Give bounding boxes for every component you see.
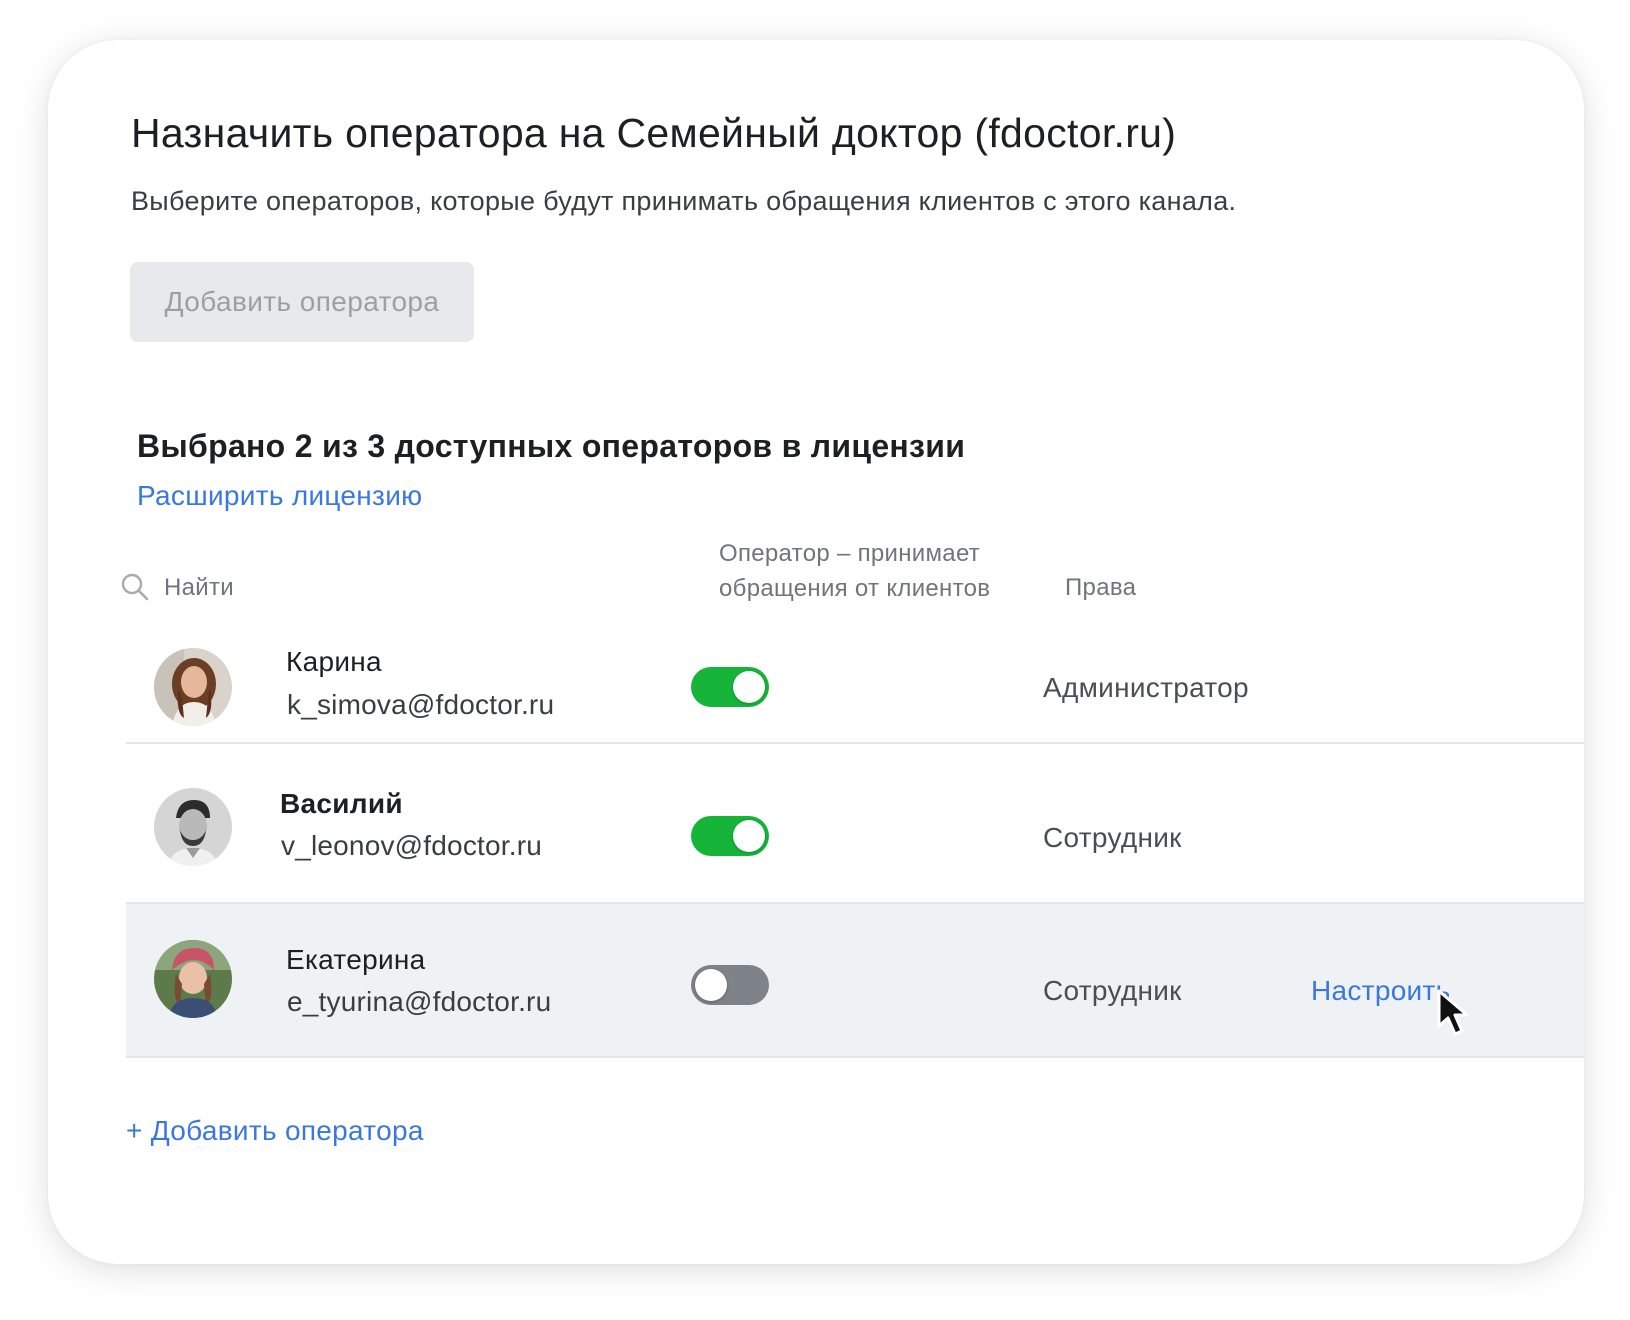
mouse-pointer-icon: [1437, 989, 1469, 1036]
toggle-knob: [733, 820, 765, 852]
accepts-requests-toggle[interactable]: [691, 965, 769, 1005]
operator-rights: Администратор: [1043, 672, 1249, 703]
avatar: [154, 648, 232, 726]
avatar: [154, 788, 232, 866]
dialog-title: Назначить оператора на Семейный доктор (…: [131, 110, 1177, 156]
dialog-subtitle: Выберите операторов, которые будут прини…: [131, 186, 1237, 216]
search-input[interactable]: [164, 568, 584, 608]
assign-operator-dialog: Назначить оператора на Семейный доктор (…: [48, 40, 1584, 1264]
configure-link[interactable]: Настроить: [1311, 975, 1451, 1007]
operator-name: Василий: [280, 788, 403, 819]
avatar: [154, 940, 232, 1018]
accepts-requests-toggle[interactable]: [691, 816, 769, 856]
accepts-requests-toggle[interactable]: [691, 667, 769, 707]
operator-row: Василий v_leonov@fdoctor.ru Сотрудник: [126, 744, 1584, 904]
column-header-operator: Оператор – принимает обращения от клиент…: [719, 536, 990, 606]
search-icon: [121, 573, 149, 601]
toggle-knob: [695, 969, 727, 1001]
column-header-rights: Права: [1065, 574, 1137, 601]
expand-license-link[interactable]: Расширить лицензию: [137, 480, 422, 512]
toggle-knob: [733, 671, 765, 703]
operator-email: k_simova@fdoctor.ru: [287, 689, 555, 720]
operator-rights: Сотрудник: [1043, 822, 1182, 853]
operator-email: e_tyurina@fdoctor.ru: [287, 986, 552, 1017]
operator-email: v_leonov@fdoctor.ru: [281, 830, 543, 861]
operator-row[interactable]: Екатерина e_tyurina@fdoctor.ru Сотрудник…: [126, 904, 1584, 1058]
add-operator-link[interactable]: + Добавить оператора: [126, 1115, 424, 1147]
operator-row: Карина k_simova@fdoctor.ru Администратор: [126, 620, 1584, 744]
operator-name: Карина: [286, 646, 382, 677]
operator-name: Екатерина: [286, 944, 426, 975]
add-operator-button[interactable]: Добавить оператора: [130, 262, 474, 342]
license-summary: Выбрано 2 из 3 доступных операторов в ли…: [137, 428, 966, 464]
operator-rights: Сотрудник: [1043, 975, 1182, 1006]
column-header-operator-line2: обращения от клиентов: [719, 575, 991, 602]
column-header-operator-line1: Оператор – принимает: [719, 540, 981, 567]
